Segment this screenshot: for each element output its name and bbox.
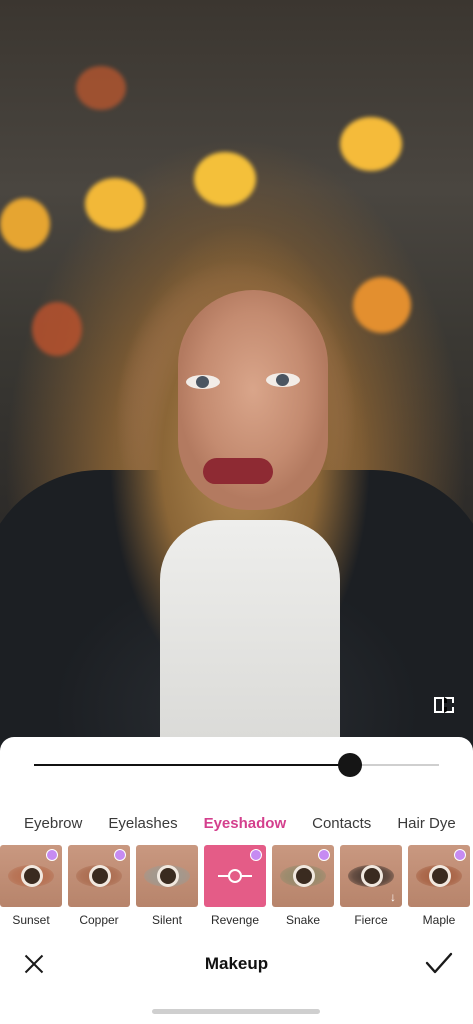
preset-fierce[interactable]: ↓ Fierce bbox=[340, 845, 402, 935]
slider-fill bbox=[34, 764, 350, 766]
eye-preview bbox=[432, 868, 448, 884]
preset-label: Fierce bbox=[354, 913, 388, 927]
bokeh-light bbox=[194, 152, 256, 206]
category-tabs: Eyebrow Eyelashes Eyeshadow Contacts Hair Dy… bbox=[0, 805, 473, 841]
preset-maple[interactable]: Maple bbox=[408, 845, 470, 935]
tab-e[interactable]: E bbox=[469, 815, 473, 832]
preset-thumbnail: ↓ bbox=[340, 845, 402, 907]
page-title: Makeup bbox=[204, 954, 269, 973]
tab-eyelashes[interactable]: Eyelashes bbox=[95, 815, 190, 832]
preset-label: Copper bbox=[79, 913, 119, 927]
preset-label: Snake bbox=[285, 913, 321, 927]
intensity-slider[interactable] bbox=[34, 750, 439, 780]
preset-label: Maple bbox=[422, 913, 456, 927]
tab-contacts[interactable]: Contacts bbox=[299, 815, 384, 832]
sweater bbox=[160, 520, 340, 760]
preset-copper[interactable]: Copper bbox=[68, 845, 130, 935]
tab-eyeshadow[interactable]: Eyeshadow bbox=[191, 815, 300, 832]
premium-badge-icon bbox=[114, 849, 126, 861]
eye-preview bbox=[24, 868, 40, 884]
bokeh-light bbox=[76, 66, 126, 110]
bokeh-light bbox=[340, 117, 402, 171]
slider-knob[interactable] bbox=[337, 753, 362, 777]
preset-label: Silent bbox=[151, 913, 183, 927]
preset-revenge[interactable]: Revenge bbox=[204, 845, 266, 935]
premium-badge-icon bbox=[46, 849, 58, 861]
preset-thumbnail bbox=[204, 845, 266, 907]
preset-sunset[interactable]: Sunset bbox=[0, 845, 62, 935]
eye-preview bbox=[364, 868, 380, 884]
left-eye bbox=[186, 375, 220, 389]
preset-snake[interactable]: Snake bbox=[272, 845, 334, 935]
bokeh-light bbox=[0, 198, 50, 250]
preset-thumbnail bbox=[408, 845, 470, 907]
preset-strip: Sunset Copper Silent Revenge Snake ↓ Fierce Map… bbox=[0, 845, 473, 935]
bokeh-light bbox=[85, 178, 145, 230]
preset-label: Revenge bbox=[210, 913, 260, 927]
bokeh-light bbox=[32, 302, 82, 356]
preset-thumbnail bbox=[272, 845, 334, 907]
eye-preview bbox=[160, 868, 176, 884]
compare-icon[interactable] bbox=[426, 690, 462, 720]
eye-preview bbox=[296, 868, 312, 884]
home-indicator bbox=[152, 1009, 320, 1014]
preset-label: Sunset bbox=[12, 913, 50, 927]
download-arrow-icon: ↓ bbox=[390, 890, 396, 904]
bottom-bar: Makeup bbox=[0, 942, 473, 988]
premium-badge-icon bbox=[318, 849, 330, 861]
preset-thumbnail bbox=[136, 845, 198, 907]
compare-icon-left bbox=[434, 697, 444, 713]
preset-thumbnail bbox=[68, 845, 130, 907]
compare-icon-right bbox=[444, 697, 454, 713]
preset-thumbnail bbox=[0, 845, 62, 907]
premium-badge-icon bbox=[250, 849, 262, 861]
eye-preview bbox=[92, 868, 108, 884]
check-icon[interactable] bbox=[424, 948, 454, 978]
photo-canvas bbox=[0, 0, 473, 760]
preset-silent[interactable]: Silent bbox=[136, 845, 198, 935]
lips bbox=[203, 458, 273, 484]
right-eye bbox=[266, 373, 300, 387]
premium-badge-icon bbox=[454, 849, 466, 861]
tab-hair-dye[interactable]: Hair Dye bbox=[384, 815, 468, 832]
tab-eyebrow[interactable]: Eyebrow bbox=[0, 815, 95, 832]
adjust-icon bbox=[228, 869, 242, 883]
